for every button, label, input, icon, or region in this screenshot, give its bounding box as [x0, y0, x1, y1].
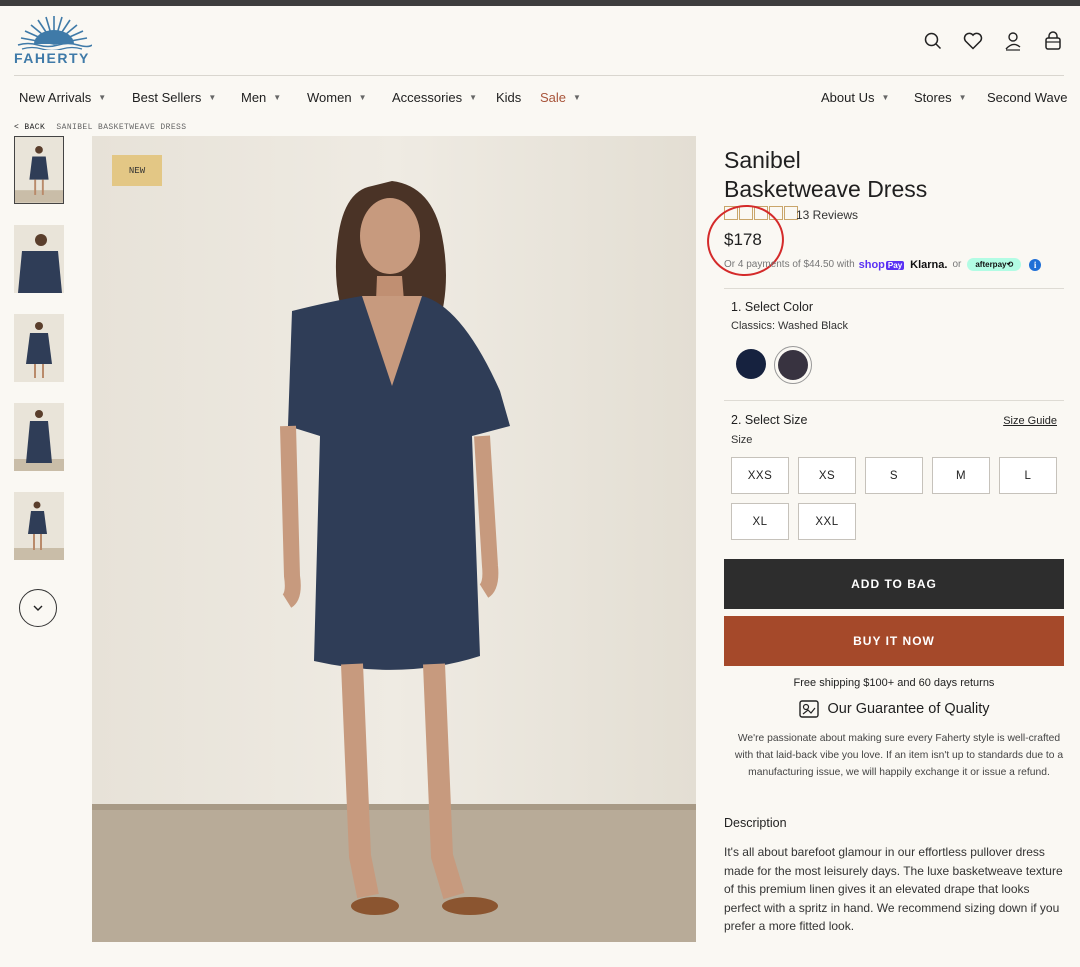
guarantee-heading: Our Guarantee of Quality	[724, 700, 1064, 718]
size-xs-button[interactable]: XS	[798, 457, 856, 494]
size-guide-link[interactable]: Size Guide	[1003, 415, 1057, 427]
thumbnails-scroll-down-button[interactable]	[19, 589, 57, 627]
chevron-down-icon: ▼	[273, 93, 282, 102]
faherty-logo[interactable]: FAHERTY	[12, 14, 94, 68]
bag-icon[interactable]	[1042, 30, 1064, 52]
swatch-navy[interactable]	[736, 349, 766, 379]
nav-kids[interactable]: Kids	[496, 90, 521, 105]
nav-accessories[interactable]: Accessories ▼	[392, 90, 477, 105]
breadcrumb: < BACK SANIBEL BASKETWEAVE DRESS	[14, 123, 186, 132]
thumbnail-3[interactable]	[14, 314, 64, 382]
size-s-button[interactable]: S	[865, 457, 923, 494]
nav-new-arrivals[interactable]: New Arrivals ▼	[19, 90, 106, 105]
chevron-down-icon: ▼	[208, 93, 217, 102]
select-size-heading: 2. Select Size	[731, 413, 808, 427]
back-link[interactable]: < BACK	[14, 123, 45, 132]
quality-badge-icon	[798, 700, 819, 718]
chevron-down-icon: ▼	[881, 93, 890, 102]
size-xxl-button[interactable]: XXL	[798, 503, 856, 540]
add-to-bag-button[interactable]: ADD TO BAG	[724, 559, 1064, 609]
chevron-down-icon: ▼	[469, 93, 477, 102]
swatch-washed-black[interactable]	[778, 350, 808, 380]
nav-men[interactable]: Men ▼	[241, 90, 281, 105]
search-icon[interactable]	[922, 30, 944, 52]
product-main-image[interactable]	[92, 136, 696, 942]
description-heading: Description	[724, 816, 787, 830]
nav-women[interactable]: Women ▼	[307, 90, 366, 105]
heart-icon[interactable]	[962, 30, 984, 52]
nav-second-wave[interactable]: Second Wave	[987, 90, 1067, 105]
installments-info: Or 4 payments of $44.50 with shop Pay Kla…	[724, 258, 1042, 271]
new-badge: NEW	[112, 155, 162, 186]
nav-sale[interactable]: Sale ▼	[540, 90, 581, 105]
chevron-down-icon	[33, 605, 43, 611]
account-icon[interactable]	[1002, 30, 1024, 52]
buy-it-now-button[interactable]: BUY IT NOW	[724, 616, 1064, 666]
breadcrumb-current: SANIBEL BASKETWEAVE DRESS	[56, 123, 187, 132]
chevron-down-icon: ▼	[958, 93, 967, 102]
description-text: It's all about barefoot glamour in our e…	[724, 845, 1063, 933]
shipping-info: Free shipping $100+ and 60 days returns	[793, 677, 995, 689]
main-nav: New Arrivals ▼ Best Sellers ▼ Men ▼ Women ▼ …	[19, 90, 1080, 108]
top-strip	[0, 0, 1080, 6]
klarna-logo[interactable]: Klarna.	[910, 259, 947, 271]
reviews-link[interactable]: 13 Reviews	[796, 208, 858, 222]
chevron-down-icon: ▼	[573, 93, 581, 102]
select-color-heading: 1. Select Color	[731, 300, 813, 314]
thumbnail-1[interactable]	[14, 136, 64, 204]
chevron-down-icon: ▼	[358, 93, 367, 102]
chevron-down-icon: ▼	[98, 93, 107, 102]
thumbnail-2[interactable]	[14, 225, 64, 293]
thumbnail-5[interactable]	[14, 492, 64, 560]
sunburst-logo-icon	[17, 16, 92, 50]
nav-about-us[interactable]: About Us ▼	[821, 90, 889, 105]
divider	[724, 400, 1064, 401]
afterpay-logo[interactable]: afterpay⟲	[967, 258, 1022, 271]
thumbnail-4[interactable]	[14, 403, 64, 471]
nav-stores[interactable]: Stores ▼	[914, 90, 967, 105]
size-m-button[interactable]: M	[932, 457, 990, 494]
header-actions	[922, 30, 1064, 52]
nav-best-sellers[interactable]: Best Sellers ▼	[132, 90, 216, 105]
size-l-button[interactable]: L	[999, 457, 1057, 494]
shop-pay-logo[interactable]: shop Pay	[859, 259, 905, 271]
size-label: Size	[731, 434, 753, 446]
selected-color-label: Classics: Washed Black	[731, 320, 848, 332]
product-title: Sanibel Basketweave Dress	[724, 147, 928, 202]
brand-name: FAHERTY	[14, 50, 90, 66]
guarantee-text: We're passionate about making sure every…	[734, 733, 1064, 778]
size-xl-button[interactable]: XL	[731, 503, 789, 540]
info-icon[interactable]: i	[1029, 258, 1042, 271]
size-xxs-button[interactable]: XXS	[731, 457, 789, 494]
divider	[724, 288, 1064, 289]
header-divider	[14, 75, 1064, 76]
